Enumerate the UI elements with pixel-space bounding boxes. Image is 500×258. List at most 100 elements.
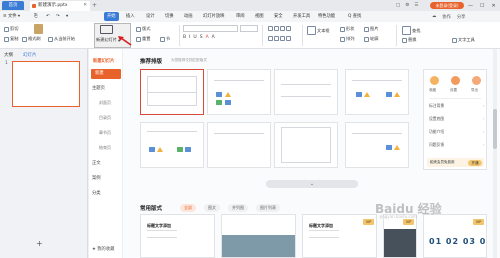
paragraph-icons[interactable] — [268, 26, 291, 31]
mark-background-link[interactable]: 标注背景 — [429, 103, 485, 109]
underline-button[interactable]: U — [193, 35, 196, 40]
redo-icon[interactable]: ↷ — [56, 11, 60, 22]
dialog-scrollbar[interactable] — [493, 49, 497, 258]
filter-parallel[interactable]: 并列图 — [228, 204, 248, 212]
tab-animation[interactable]: 动画 — [184, 11, 193, 22]
tab-design[interactable]: 设计 — [146, 11, 155, 22]
search-command[interactable]: Q 查找 — [348, 11, 361, 22]
highlight-button[interactable]: A — [212, 35, 215, 40]
alignment-icons[interactable] — [268, 36, 291, 41]
feature-intro-link[interactable]: 功能介绍 — [429, 129, 485, 135]
my-favorites-link[interactable]: ★ 我的收藏 — [92, 246, 114, 252]
layout-card-two-content[interactable] — [345, 69, 409, 115]
text-tools-button[interactable]: 文字工具 — [452, 37, 475, 43]
nav-theme[interactable]: 主题页 — [92, 85, 105, 91]
arrange-button[interactable]: 排列 — [340, 36, 354, 42]
tab-view[interactable]: 视图 — [255, 11, 264, 22]
outline-button[interactable]: 轮廓 — [364, 36, 378, 42]
template-card[interactable] — [221, 214, 296, 258]
reset-button[interactable]: 重置 — [136, 36, 150, 42]
tab-insert[interactable]: 插入 — [126, 11, 135, 22]
new-slide-button[interactable]: 新建幻灯片 ▾ — [96, 37, 120, 43]
login-button[interactable]: 未登录(登录) — [430, 2, 464, 9]
tab-developer[interactable]: 开发工具 — [293, 11, 310, 22]
filter-all[interactable]: 全部 — [180, 204, 196, 212]
tab-outline[interactable]: 大纲 — [4, 52, 13, 58]
layout-card-section[interactable] — [274, 69, 338, 115]
italic-button[interactable]: I — [189, 35, 190, 40]
template-card[interactable]: 标题文字添加 — [140, 214, 215, 258]
tab-review[interactable]: 审阅 — [236, 11, 245, 22]
export-icon[interactable] — [472, 76, 481, 85]
feedback-link[interactable]: 问题反馈 — [429, 142, 485, 148]
strikethrough-button[interactable]: S — [200, 35, 203, 40]
close-tab-icon[interactable]: ✕ — [83, 1, 87, 11]
add-slide-button[interactable]: + — [36, 239, 43, 248]
collaborate-button[interactable]: 协作 — [442, 14, 451, 20]
find-button[interactable]: 查找 — [402, 26, 420, 35]
new-tab-button[interactable]: + — [92, 1, 97, 10]
from-current-button[interactable]: 从当前开始 — [48, 36, 75, 42]
filter-image-text[interactable]: 图文 — [204, 204, 220, 212]
font-size-field[interactable] — [240, 25, 258, 32]
scrollbar-thumb[interactable] — [493, 109, 497, 149]
tab-start[interactable]: 开始 — [104, 12, 119, 21]
layout-card-title[interactable] — [140, 69, 204, 115]
set-base-image-link[interactable]: 设置底图 — [429, 116, 485, 122]
document-tab[interactable]: 新建演示.pptx ✕ — [30, 1, 90, 11]
replace-button[interactable]: 替换 — [402, 37, 416, 43]
settings-icon[interactable] — [451, 76, 460, 85]
save-icon[interactable]: ⎘ — [34, 11, 37, 22]
tab-transition[interactable]: 切换 — [165, 11, 174, 22]
undo-icon[interactable]: ↶ — [46, 11, 50, 22]
text-box-button[interactable]: 文本框 — [307, 26, 330, 35]
template-card[interactable]: VIP — [383, 214, 417, 258]
menu-icon[interactable]: ☰ — [414, 3, 418, 8]
minimize-icon[interactable]: — — [468, 3, 473, 9]
nav-cover[interactable]: 封面页 — [99, 100, 111, 106]
quick-access-dropdown-icon[interactable]: ▾ — [66, 11, 68, 22]
nav-category[interactable]: 分类 — [92, 190, 101, 196]
font-name-field[interactable] — [183, 25, 238, 32]
dialog-new-button[interactable]: 新建 — [91, 69, 121, 79]
layout-card-comparison[interactable] — [140, 122, 204, 168]
share-button[interactable]: 分享 — [457, 14, 466, 20]
section-button[interactable]: 节 — [160, 36, 170, 42]
paste-icon[interactable] — [34, 24, 43, 34]
picture-button[interactable]: 图片 — [364, 26, 378, 32]
slide-thumbnail[interactable] — [12, 61, 80, 107]
tab-security[interactable]: 安全 — [274, 11, 283, 22]
cut-button[interactable]: 剪切 — [4, 26, 18, 32]
nav-chapter[interactable]: 章节页 — [99, 130, 111, 136]
layout-card-content-caption[interactable] — [345, 122, 409, 168]
window-icon[interactable]: □ — [396, 3, 400, 8]
maximize-icon[interactable]: ☐ — [480, 3, 484, 9]
layout-card-title-content[interactable] — [207, 69, 271, 115]
file-menu[interactable]: ≡ 文件 ▾ — [3, 11, 20, 22]
layout-card-blank[interactable] — [274, 122, 338, 168]
nav-body[interactable]: 正文 — [92, 160, 101, 166]
tab-slideshow[interactable]: 幻灯片放映 — [203, 11, 224, 22]
shape-button[interactable]: 形状 — [340, 26, 354, 32]
tab-slides[interactable]: 幻灯片 — [23, 52, 37, 58]
format-painter-button[interactable]: 格式刷 — [22, 36, 41, 42]
nav-toc[interactable]: 目录页 — [99, 115, 111, 121]
template-card[interactable]: 标题文字添加 VIP — [302, 214, 377, 258]
settings-icon[interactable]: ⚙ — [405, 3, 409, 8]
bold-button[interactable]: B — [183, 35, 186, 40]
tab-features[interactable]: 特色功能 — [318, 11, 335, 22]
nav-ending[interactable]: 结束页 — [99, 145, 111, 151]
favorite-icon[interactable] — [430, 76, 439, 85]
close-window-icon[interactable]: ✕ — [491, 3, 495, 9]
font-color-button[interactable]: A — [206, 35, 209, 40]
filter-image-list[interactable]: 图片列表 — [256, 204, 280, 212]
nav-case[interactable]: 案例 — [92, 175, 101, 181]
cloud-icon[interactable]: ☁ — [432, 14, 436, 19]
template-card[interactable]: VIP 01 02 03 04 — [423, 214, 487, 258]
expand-more-button[interactable]: ⌄ — [266, 180, 358, 188]
home-tab[interactable]: 首页 — [2, 1, 24, 10]
layout-card-title-only[interactable] — [207, 122, 271, 168]
copy-button[interactable]: 复制 — [4, 36, 18, 42]
layout-button[interactable]: 版式 — [136, 26, 150, 32]
activate-button[interactable]: 开通 — [468, 159, 482, 166]
